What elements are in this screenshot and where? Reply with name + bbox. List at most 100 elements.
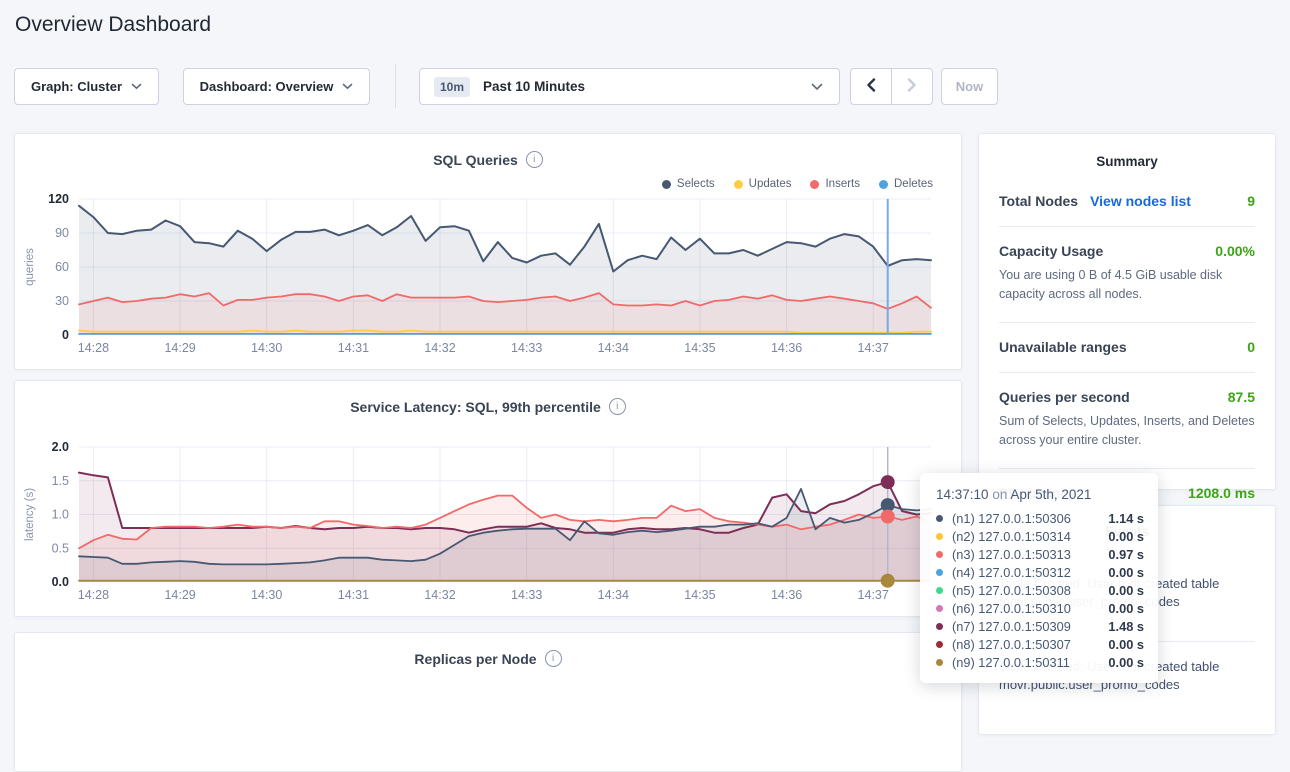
tooltip-node-label: (n8) 127.0.0.1:50307 [952, 637, 1108, 652]
tooltip-conjunction: on [992, 487, 1007, 502]
tooltip-node-value: 0.00 s [1108, 565, 1144, 580]
tooltip-row: (n1) 127.0.0.1:503061.14 s [936, 509, 1144, 527]
svg-text:14:33: 14:33 [511, 341, 542, 355]
chevron-down-icon [811, 83, 823, 91]
queries-per-second-value: 87.5 [1228, 389, 1255, 405]
svg-text:60: 60 [55, 260, 69, 274]
graph-selector-dropdown[interactable]: Graph: Cluster [14, 68, 159, 105]
tooltip-row: (n7) 127.0.0.1:503091.48 s [936, 617, 1144, 635]
tooltip-node-label: (n7) 127.0.0.1:50309 [952, 619, 1108, 634]
page-title: Overview Dashboard [15, 13, 211, 37]
unavailable-ranges-value: 0 [1247, 339, 1255, 355]
tooltip-node-label: (n5) 127.0.0.1:50308 [952, 583, 1108, 598]
tooltip-row: (n3) 127.0.0.1:503130.97 s [936, 545, 1144, 563]
node-color-dot-icon [936, 515, 943, 522]
view-nodes-list-link[interactable]: View nodes list [1090, 193, 1191, 209]
summary-title: Summary [979, 134, 1275, 169]
now-button-label: Now [956, 79, 983, 94]
tooltip-node-value: 1.48 s [1108, 619, 1144, 634]
svg-text:14:32: 14:32 [424, 588, 455, 602]
tooltip-row: (n8) 127.0.0.1:503070.00 s [936, 635, 1144, 653]
svg-text:0.0: 0.0 [52, 575, 69, 589]
service-latency-card: Service Latency: SQL, 99th percentile i … [14, 380, 962, 617]
capacity-usage-description: You are using 0 B of 4.5 GiB usable disk… [979, 259, 1275, 305]
tooltip-node-label: (n2) 127.0.0.1:50314 [952, 529, 1108, 544]
dashboard-selector-label: Dashboard: Overview [200, 79, 334, 94]
graph-selector-label: Graph: Cluster [31, 79, 122, 94]
chevron-down-icon [342, 83, 353, 90]
svg-text:14:37: 14:37 [858, 588, 889, 602]
time-range-badge: 10m [434, 77, 470, 97]
tooltip-timestamp: 14:37:10 on Apr 5th, 2021 [936, 487, 1144, 502]
svg-text:latency (s): latency (s) [24, 488, 36, 541]
tooltip-row: (n6) 127.0.0.1:503100.00 s [936, 599, 1144, 617]
svg-text:1.5: 1.5 [52, 474, 69, 488]
tooltip-time: 14:37:10 [936, 487, 989, 502]
tooltip-node-label: (n3) 127.0.0.1:50313 [952, 547, 1108, 562]
dashboard-selector-dropdown[interactable]: Dashboard: Overview [183, 68, 370, 105]
node-color-dot-icon [936, 623, 943, 630]
node-color-dot-icon [936, 605, 943, 612]
p99-latency-value: 1208.0 ms [1188, 485, 1255, 501]
sql-queries-card: SQL Queries i SelectsUpdatesInsertsDelet… [14, 133, 962, 370]
tooltip-node-label: (n9) 127.0.0.1:50311 [952, 655, 1108, 670]
info-icon[interactable]: i [545, 650, 562, 667]
time-step-button-group [850, 68, 933, 105]
tooltip-node-value: 0.00 s [1108, 583, 1144, 598]
tooltip-row: (n4) 127.0.0.1:503120.00 s [936, 563, 1144, 581]
time-range-selector[interactable]: 10m Past 10 Minutes [419, 68, 840, 105]
unavailable-ranges-label: Unavailable ranges [999, 339, 1127, 355]
svg-text:14:31: 14:31 [338, 341, 369, 355]
queries-per-second-label: Queries per second [999, 389, 1130, 405]
svg-text:120: 120 [48, 192, 69, 206]
svg-text:14:29: 14:29 [164, 341, 195, 355]
service-latency-chart[interactable]: 0.00.51.01.52.014:2814:2914:3014:3114:32… [15, 381, 961, 614]
svg-text:14:31: 14:31 [338, 588, 369, 602]
replicas-chart-title: Replicas per Node i [15, 633, 961, 667]
svg-text:90: 90 [55, 226, 69, 240]
now-button[interactable]: Now [941, 68, 998, 105]
tooltip-row: (n9) 127.0.0.1:503110.00 s [936, 653, 1144, 671]
toolbar-divider [395, 64, 396, 108]
divider [999, 372, 1255, 373]
svg-text:14:30: 14:30 [251, 588, 282, 602]
sql-queries-chart[interactable]: 030609012014:2814:2914:3014:3114:3214:33… [15, 134, 961, 367]
summary-panel: Summary Total Nodes View nodes list 9 Ca… [978, 133, 1276, 490]
svg-text:14:34: 14:34 [598, 341, 629, 355]
svg-text:14:33: 14:33 [511, 588, 542, 602]
time-forward-button[interactable] [891, 69, 932, 104]
chevron-left-icon [866, 78, 876, 95]
node-color-dot-icon [936, 533, 943, 540]
svg-text:14:28: 14:28 [78, 588, 109, 602]
svg-text:14:34: 14:34 [598, 588, 629, 602]
svg-text:14:37: 14:37 [858, 341, 889, 355]
node-color-dot-icon [936, 659, 943, 666]
tooltip-node-value: 1.14 s [1108, 511, 1144, 526]
tooltip-node-value: 0.00 s [1108, 601, 1144, 616]
tooltip-node-label: (n1) 127.0.0.1:50306 [952, 511, 1108, 526]
svg-text:0.5: 0.5 [52, 541, 69, 555]
svg-text:14:28: 14:28 [78, 341, 109, 355]
capacity-usage-label: Capacity Usage [999, 243, 1103, 259]
tooltip-rows: (n1) 127.0.0.1:503061.14 s(n2) 127.0.0.1… [936, 509, 1144, 671]
capacity-usage-value: 0.00% [1215, 243, 1255, 259]
node-color-dot-icon [936, 551, 943, 558]
divider [999, 322, 1255, 323]
svg-text:14:36: 14:36 [771, 341, 802, 355]
node-color-dot-icon [936, 569, 943, 576]
svg-text:2.0: 2.0 [52, 440, 69, 454]
tooltip-node-value: 0.00 s [1108, 655, 1144, 670]
tooltip-node-value: 0.00 s [1108, 637, 1144, 652]
queries-per-second-description: Sum of Selects, Updates, Inserts, and De… [979, 405, 1275, 451]
tooltip-date: Apr 5th, 2021 [1010, 487, 1091, 502]
total-nodes-label: Total Nodes [999, 193, 1078, 209]
chart-tooltip: 14:37:10 on Apr 5th, 2021 (n1) 127.0.0.1… [920, 473, 1158, 683]
svg-text:14:30: 14:30 [251, 341, 282, 355]
chevron-down-icon [131, 83, 142, 90]
tooltip-row: (n5) 127.0.0.1:503080.00 s [936, 581, 1144, 599]
time-back-button[interactable] [851, 69, 891, 104]
svg-text:0: 0 [62, 328, 69, 342]
tooltip-node-label: (n6) 127.0.0.1:50310 [952, 601, 1108, 616]
divider [999, 468, 1255, 469]
divider [999, 226, 1255, 227]
